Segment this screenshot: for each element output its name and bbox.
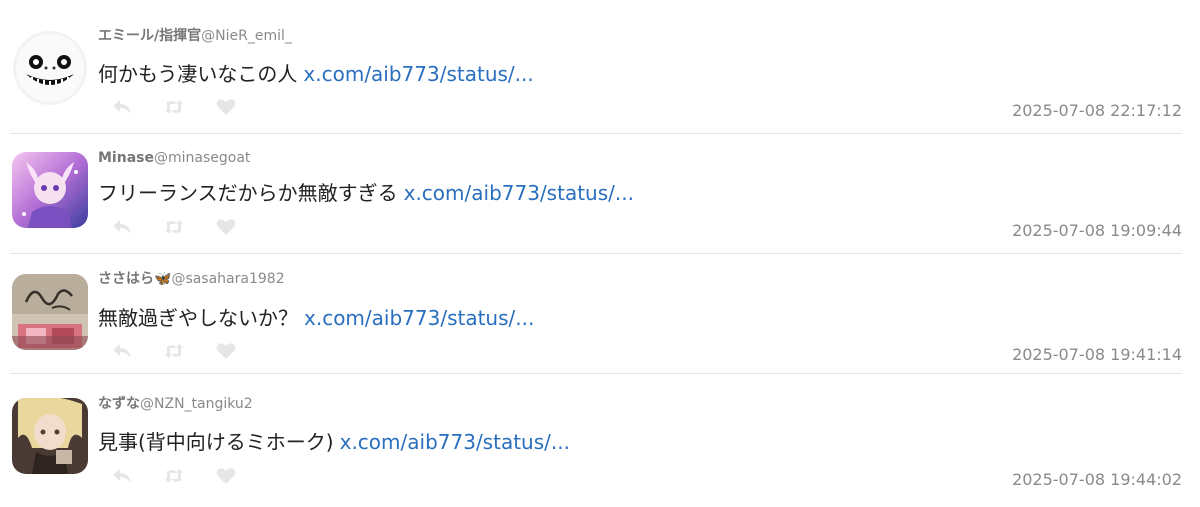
tweet-actions — [108, 340, 264, 362]
author-handle[interactable]: @NieR_emil_ — [201, 28, 292, 44]
tweet-body: 無敵過ぎやしないか？ — [98, 306, 298, 330]
avatar[interactable] — [12, 30, 88, 106]
blonde-character-avatar-image — [12, 398, 88, 474]
avatar[interactable] — [12, 398, 88, 474]
reply-icon — [113, 220, 131, 234]
reply-button[interactable] — [108, 96, 136, 118]
tweet-header: Minase@minasegoat — [98, 149, 250, 167]
tweet-actions — [108, 216, 264, 238]
heart-icon — [216, 219, 236, 235]
tweet-timestamp[interactable]: 2025-07-08 19:09:44 — [1012, 221, 1182, 241]
tweet-item: ささはら🦋@sasahara1982 無敵過ぎやしないか？ x.com/aib77… — [10, 254, 1182, 374]
tweet-link[interactable]: x.com/aib773/status/... — [304, 306, 534, 330]
emil-face-avatar-image — [12, 30, 88, 106]
tweet-item: なずな@NZN_tangiku2 見事(背中向けるミホーク) x.com/aib7… — [10, 378, 1182, 498]
tweet-link[interactable]: x.com/aib773/status/... — [303, 62, 533, 86]
like-button[interactable] — [212, 465, 240, 487]
tweet-header: エミール/指揮官@NieR_emil_ — [98, 27, 292, 45]
author-handle[interactable]: @minasegoat — [154, 150, 250, 166]
tweet-item: Minase@minasegoat フリーランスだからか無敵すぎる x.com/a… — [10, 134, 1182, 254]
tweet-body: 見事(背中向けるミホーク) — [98, 430, 334, 454]
tweet-body: 何かもう凄いなこの人 — [98, 62, 298, 86]
signed-photo-avatar-image — [12, 274, 88, 350]
author-name[interactable]: Minase — [98, 150, 154, 166]
tweet-link[interactable]: x.com/aib773/status/... — [340, 430, 570, 454]
tweet-actions — [108, 96, 264, 118]
like-button[interactable] — [212, 216, 240, 238]
author-name[interactable]: なずな — [98, 396, 140, 412]
reply-icon — [113, 469, 131, 483]
tweet-timestamp[interactable]: 2025-07-08 19:44:02 — [1012, 470, 1182, 490]
retweet-icon — [165, 100, 183, 114]
tweet-text: 何かもう凄いなこの人 x.com/aib773/status/... — [98, 61, 534, 87]
avatar[interactable] — [12, 152, 88, 228]
retweet-icon — [165, 344, 183, 358]
tweet-text: 見事(背中向けるミホーク) x.com/aib773/status/... — [98, 429, 570, 455]
tweet-body: フリーランスだからか無敵すぎる — [98, 181, 398, 205]
reply-button[interactable] — [108, 340, 136, 362]
heart-icon — [216, 468, 236, 484]
like-button[interactable] — [212, 96, 240, 118]
reply-icon — [113, 344, 131, 358]
tweet-text: 無敵過ぎやしないか？ x.com/aib773/status/... — [98, 305, 534, 331]
reply-button[interactable] — [108, 216, 136, 238]
tweet-header: なずな@NZN_tangiku2 — [98, 395, 253, 413]
retweet-button[interactable] — [160, 96, 188, 118]
like-button[interactable] — [212, 340, 240, 362]
author-handle[interactable]: @NZN_tangiku2 — [140, 396, 253, 412]
heart-icon — [216, 99, 236, 115]
tweet-actions — [108, 465, 264, 487]
tweet-link[interactable]: x.com/aib773/status/... — [404, 181, 634, 205]
avatar[interactable] — [12, 274, 88, 350]
anime-girl-avatar-image — [12, 152, 88, 228]
author-name[interactable]: エミール/指揮官 — [98, 28, 201, 44]
tweet-feed: エミール/指揮官@NieR_emil_ 何かもう凄いなこの人 x.com/aib7… — [0, 0, 1200, 507]
reply-button[interactable] — [108, 465, 136, 487]
retweet-icon — [165, 220, 183, 234]
tweet-header: ささはら🦋@sasahara1982 — [98, 270, 285, 288]
heart-icon — [216, 343, 236, 359]
retweet-button[interactable] — [160, 340, 188, 362]
author-name[interactable]: ささはら🦋 — [98, 271, 171, 287]
reply-icon — [113, 100, 131, 114]
retweet-button[interactable] — [160, 465, 188, 487]
tweet-text: フリーランスだからか無敵すぎる x.com/aib773/status/... — [98, 180, 634, 206]
tweet-timestamp[interactable]: 2025-07-08 22:17:12 — [1012, 101, 1182, 121]
author-handle[interactable]: @sasahara1982 — [171, 271, 284, 287]
retweet-button[interactable] — [160, 216, 188, 238]
tweet-item: エミール/指揮官@NieR_emil_ 何かもう凄いなこの人 x.com/aib7… — [10, 14, 1182, 134]
retweet-icon — [165, 469, 183, 483]
tweet-timestamp[interactable]: 2025-07-08 19:41:14 — [1012, 345, 1182, 365]
